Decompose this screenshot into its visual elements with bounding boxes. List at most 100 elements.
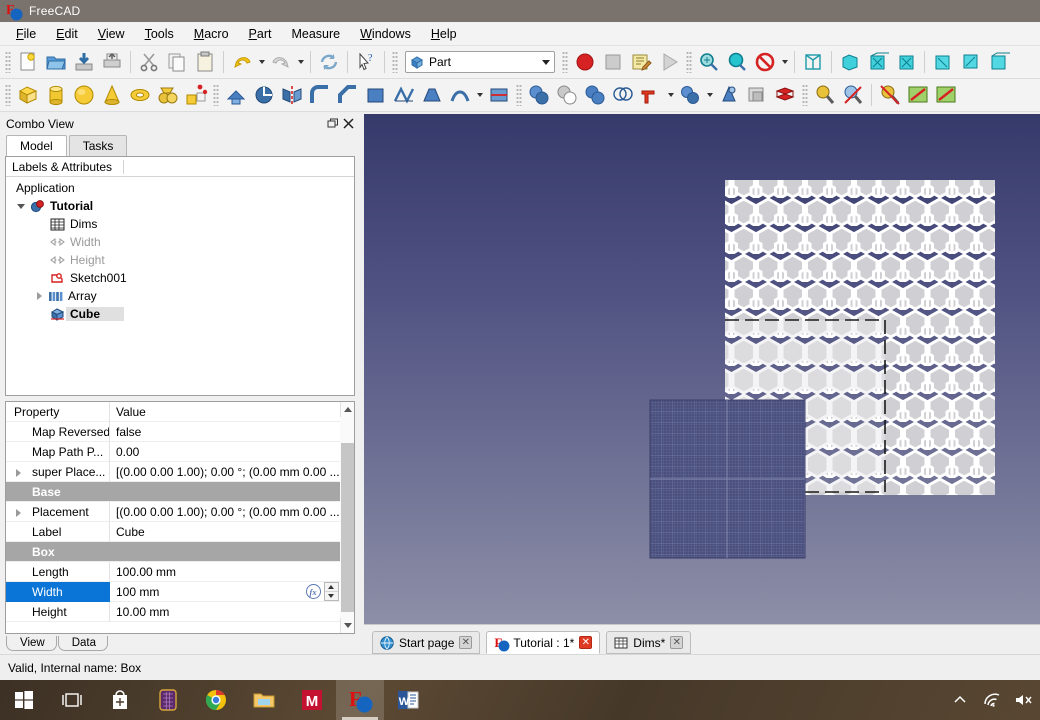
boolean-icon[interactable] [525, 81, 553, 109]
tab-tasks[interactable]: Tasks [69, 135, 128, 156]
tree-item-array[interactable]: Array [6, 287, 354, 305]
chevron-down-icon[interactable] [542, 60, 550, 65]
measure-linear-icon[interactable] [811, 81, 839, 109]
doc-tab-start-page[interactable]: Start page ✕ [372, 631, 480, 654]
close-icon[interactable]: ✕ [670, 636, 683, 649]
new-document-icon[interactable] [14, 48, 42, 76]
property-row-length[interactable]: Length 100.00 mm [6, 562, 340, 582]
spinbox-icon[interactable] [324, 582, 339, 601]
toolbar-grip[interactable] [5, 84, 11, 106]
tab-model[interactable]: Model [6, 135, 67, 156]
rear-view-icon[interactable] [929, 48, 957, 76]
3d-viewport[interactable] [364, 114, 1040, 654]
menu-help[interactable]: Help [421, 24, 467, 44]
split-features-icon[interactable] [676, 81, 704, 109]
axonometric-view-icon[interactable] [799, 48, 827, 76]
redo-dropdown-icon[interactable] [295, 48, 306, 76]
macro-stop-icon[interactable] [599, 48, 627, 76]
macro-edit-icon[interactable] [627, 48, 655, 76]
cross-sections-icon[interactable] [771, 81, 799, 109]
tree-item-height[interactable]: Height [6, 251, 354, 269]
refresh-icon[interactable] [315, 48, 343, 76]
property-row-height[interactable]: Height 10.00 mm [6, 602, 340, 622]
menu-part[interactable]: Part [239, 24, 282, 44]
top-view-icon[interactable] [864, 48, 892, 76]
ruled-surface-icon[interactable] [390, 81, 418, 109]
shape-builder-icon[interactable] [182, 81, 210, 109]
cone-icon[interactable] [98, 81, 126, 109]
menu-windows[interactable]: Windows [350, 24, 421, 44]
tab-data[interactable]: Data [58, 636, 108, 651]
scrollbar-thumb[interactable] [341, 443, 354, 612]
show-hidden-icons-button[interactable] [944, 680, 976, 720]
expander-right-icon[interactable] [32, 292, 46, 300]
draw-style-dropdown-icon[interactable] [779, 48, 790, 76]
mendeley-button[interactable]: M [288, 680, 336, 720]
toolbar-grip[interactable] [686, 51, 692, 73]
property-row-map-reversed[interactable]: Map Reversed false [6, 422, 340, 442]
join-features-icon[interactable] [637, 81, 665, 109]
intersection-icon[interactable] [609, 81, 637, 109]
scroll-up-arrow-icon[interactable] [340, 402, 355, 417]
macro-record-icon[interactable] [571, 48, 599, 76]
loft-icon[interactable] [418, 81, 446, 109]
save-document-icon[interactable] [70, 48, 98, 76]
split-dropdown-icon[interactable] [704, 81, 715, 109]
union-icon[interactable] [581, 81, 609, 109]
cylinder-icon[interactable] [42, 81, 70, 109]
primitives-icon[interactable] [154, 81, 182, 109]
toolbar-grip[interactable] [5, 51, 11, 73]
check-geometry-icon[interactable] [743, 81, 771, 109]
close-icon[interactable]: ✕ [459, 636, 472, 649]
draw-style-icon[interactable] [751, 48, 779, 76]
mirror-icon[interactable] [278, 81, 306, 109]
tree-item-sketch001[interactable]: Sketch001 [6, 269, 354, 287]
menu-view[interactable]: View [88, 24, 135, 44]
left-view-icon[interactable] [985, 48, 1013, 76]
make-face-icon[interactable] [362, 81, 390, 109]
menu-edit[interactable]: Edit [46, 24, 88, 44]
menu-measure[interactable]: Measure [281, 24, 350, 44]
property-row-label[interactable]: Label Cube [6, 522, 340, 542]
measure-toggle-all-icon[interactable] [904, 81, 932, 109]
tab-view[interactable]: View [6, 636, 57, 651]
paste-icon[interactable] [191, 48, 219, 76]
fit-all-icon[interactable] [695, 48, 723, 76]
volume-button[interactable] [1008, 680, 1040, 720]
measure-angular-icon[interactable] [839, 81, 867, 109]
task-view-button[interactable] [48, 680, 96, 720]
property-row-super-placement[interactable]: super Place... [(0.00 0.00 1.00); 0.00 °… [6, 462, 340, 482]
undo-dropdown-icon[interactable] [256, 48, 267, 76]
revolve-icon[interactable] [250, 81, 278, 109]
open-document-icon[interactable] [42, 48, 70, 76]
scroll-down-arrow-icon[interactable] [340, 618, 355, 633]
macro-execute-icon[interactable] [655, 48, 683, 76]
property-editor[interactable]: Property Value Map Reversed false Map Pa… [5, 401, 355, 634]
doc-tab-tutorial[interactable]: F Tutorial : 1* ✕ [486, 631, 600, 654]
width-value-editor[interactable]: 100 mm fx [110, 582, 340, 602]
cut-icon[interactable] [135, 48, 163, 76]
property-row-placement[interactable]: Placement [(0.00 0.00 1.00); 0.00 °; (0.… [6, 502, 340, 522]
toolbar-grip[interactable] [213, 84, 219, 106]
measure-refresh-icon[interactable] [876, 81, 904, 109]
whats-this-icon[interactable]: ? [352, 48, 380, 76]
file-explorer-button[interactable] [240, 680, 288, 720]
workbench-selector[interactable]: Part [405, 51, 555, 73]
toolbar-grip[interactable] [802, 84, 808, 106]
extrude-icon[interactable] [222, 81, 250, 109]
word-button[interactable]: W [384, 680, 432, 720]
copy-icon[interactable] [163, 48, 191, 76]
tree-item-width[interactable]: Width [6, 233, 354, 251]
toolbar-grip[interactable] [516, 84, 522, 106]
measure-toggle-delta-icon[interactable] [932, 81, 960, 109]
menu-file[interactable]: File [6, 24, 46, 44]
toolbar-grip[interactable] [562, 51, 568, 73]
calculator-button[interactable] [144, 680, 192, 720]
expander-down-icon[interactable] [14, 204, 28, 209]
fit-selection-icon[interactable] [723, 48, 751, 76]
fx-icon[interactable]: fx [306, 584, 321, 599]
print-document-icon[interactable] [98, 48, 126, 76]
compound-icon[interactable] [715, 81, 743, 109]
start-button[interactable] [0, 680, 48, 720]
network-button[interactable] [976, 680, 1008, 720]
